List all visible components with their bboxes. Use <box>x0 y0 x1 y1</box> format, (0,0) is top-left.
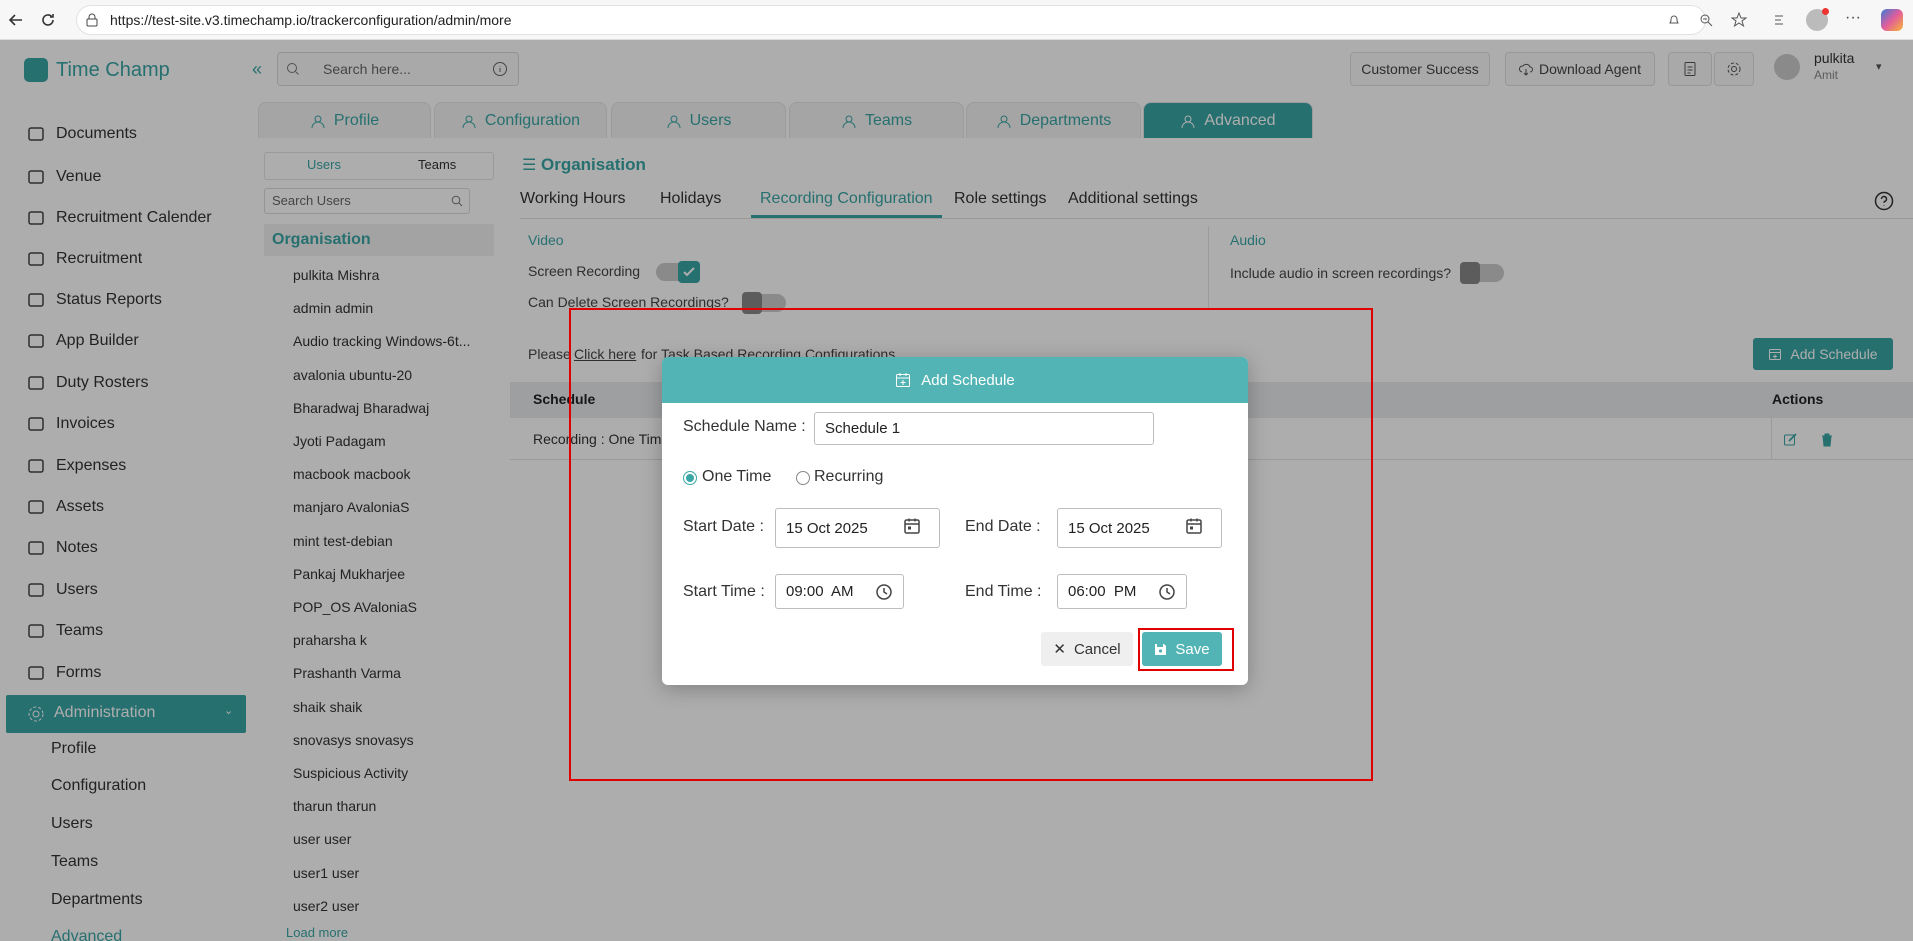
copilot-icon[interactable] <box>1881 9 1903 31</box>
highlight-save-box <box>1138 628 1234 671</box>
zoom-icon[interactable] <box>1698 12 1714 28</box>
bell-icon[interactable] <box>1666 12 1682 28</box>
reload-icon[interactable] <box>38 10 58 30</box>
more-menu-icon[interactable]: ··· <box>1845 9 1861 27</box>
highlight-dialog-box <box>569 308 1373 781</box>
favorites-icon[interactable] <box>1772 11 1790 29</box>
site-info-icon[interactable] <box>84 12 100 28</box>
favorite-star-icon[interactable] <box>1730 11 1748 29</box>
url-text: https://test-site.v3.timechamp.io/tracke… <box>110 12 512 28</box>
back-icon[interactable] <box>6 10 26 30</box>
notification-dot <box>1822 8 1829 15</box>
